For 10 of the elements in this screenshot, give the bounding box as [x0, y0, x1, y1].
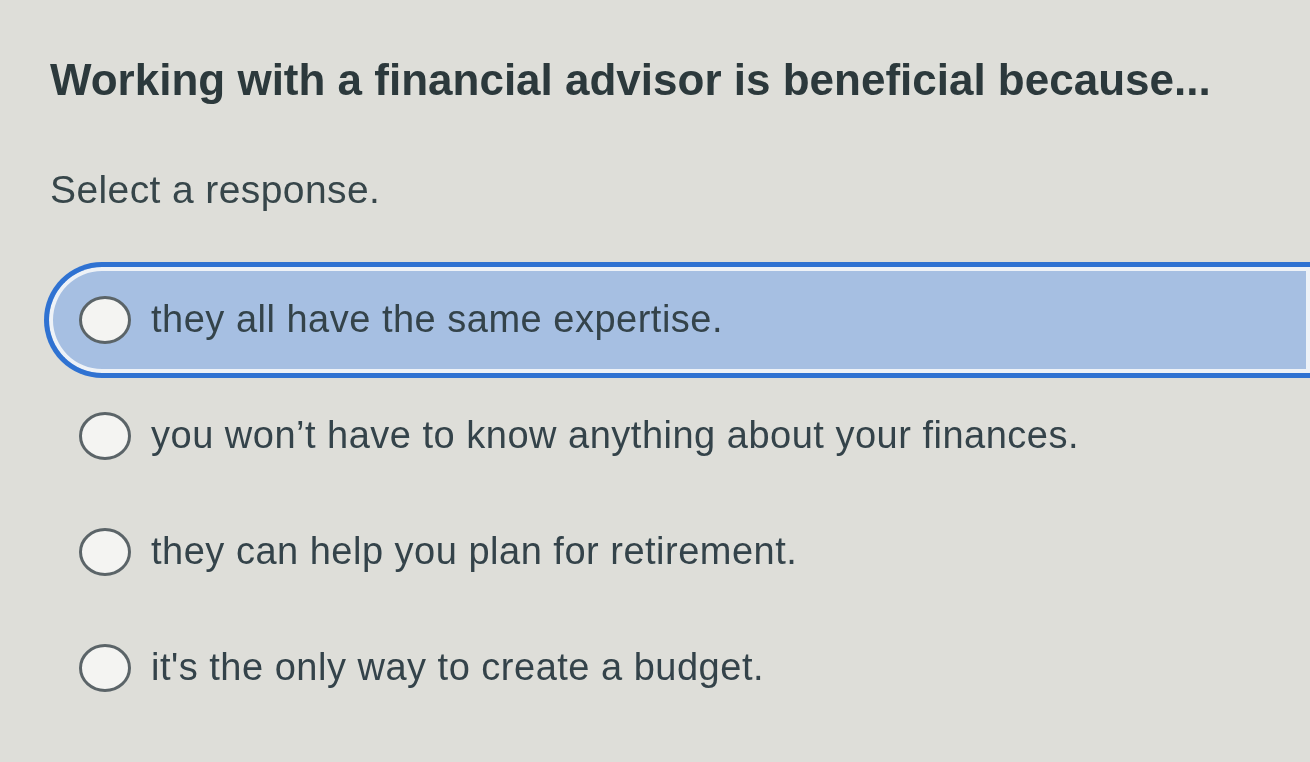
radio-button-icon[interactable]	[79, 643, 131, 692]
radio-button-icon[interactable]	[79, 411, 131, 460]
answer-option[interactable]: it's the only way to create a budget.	[44, 609, 1310, 726]
question-title: Working with a financial advisor is beneficial because...	[50, 54, 1212, 106]
radio-button-icon[interactable]	[79, 527, 131, 576]
answer-option[interactable]: they all have the same expertise.	[44, 261, 1310, 378]
radio-button-icon[interactable]	[79, 295, 131, 344]
instruction-text: Select a response.	[50, 166, 382, 213]
answer-option[interactable]: you won’t have to know anything about your finances.	[44, 377, 1310, 494]
answer-option[interactable]: they can help you plan for retirement.	[44, 493, 1310, 610]
